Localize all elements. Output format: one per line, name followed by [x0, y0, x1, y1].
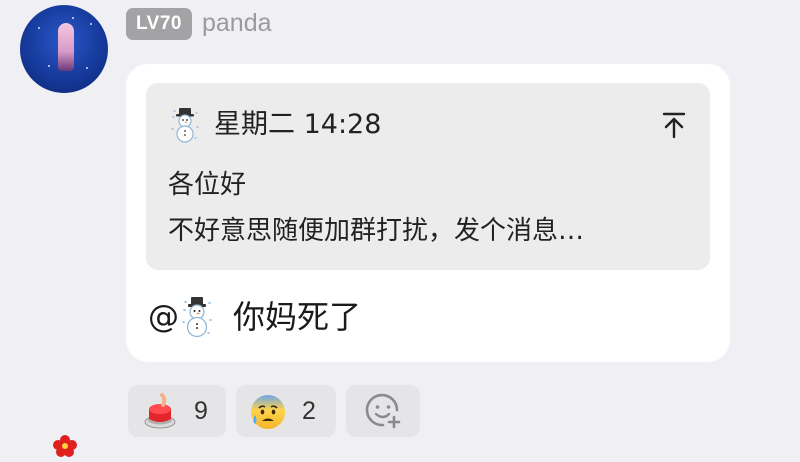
quoted-message[interactable]: 星期二 14:28 各位好 不好意思随便加群打扰，发个消息… [146, 83, 710, 270]
mention-at[interactable]: @ [148, 294, 179, 340]
quote-text-line-2: 不好意思随便加群打扰，发个消息… [168, 216, 585, 246]
red-button-icon [144, 393, 176, 429]
flower-icon [53, 435, 77, 457]
quote-timestamp: 星期二 14:28 [214, 109, 382, 140]
snowman-icon [171, 108, 199, 143]
snowman-icon [182, 297, 212, 338]
level-badge: LV70 [126, 8, 192, 40]
add-reaction-button[interactable] [346, 385, 420, 437]
reaction-count: 9 [194, 397, 208, 425]
quote-text-line-1: 各位好 [168, 170, 247, 200]
jump-to-message-icon[interactable] [656, 107, 692, 143]
message-text: 你妈死了 [233, 298, 362, 336]
avatar[interactable] [20, 5, 108, 93]
message-bubble[interactable]: 星期二 14:28 各位好 不好意思随便加群打扰，发个消息… @ 你妈死了 [126, 64, 730, 362]
reaction-red-button[interactable]: 9 [128, 385, 226, 437]
username[interactable]: panda [202, 6, 272, 40]
reaction-count: 2 [302, 397, 316, 425]
reaction-anxious-face[interactable]: 2 [236, 385, 336, 437]
anxious-sweat-face-icon [251, 395, 285, 429]
message-content: @ 你妈死了 [148, 294, 361, 340]
add-reaction-icon [365, 393, 401, 429]
